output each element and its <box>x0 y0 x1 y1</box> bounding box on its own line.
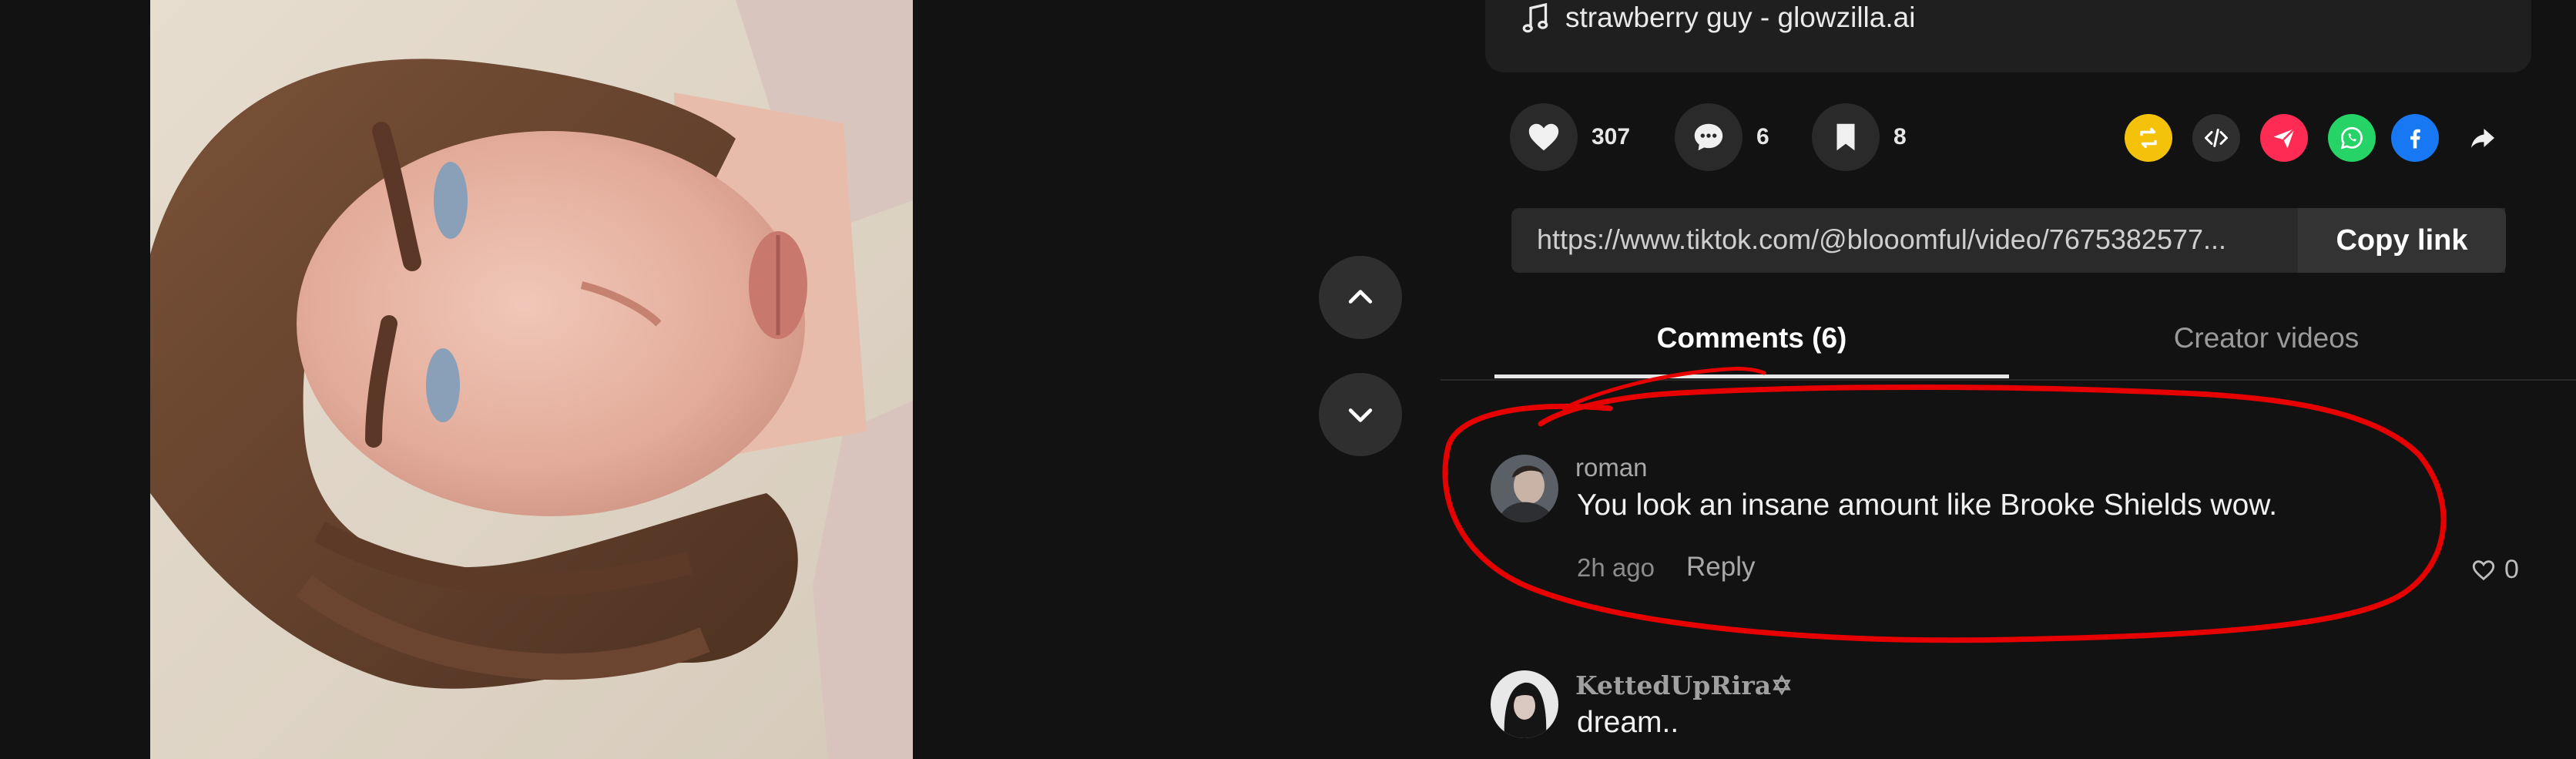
video-frame-image <box>150 0 913 759</box>
like-action[interactable]: 307 <box>1510 103 1630 171</box>
whatsapp-button[interactable] <box>2328 114 2376 162</box>
embed-code-icon <box>2205 129 2228 147</box>
send-icon <box>2273 128 2296 149</box>
avatar-image <box>1491 455 1558 522</box>
repost-icon <box>2140 128 2157 148</box>
video-link-url[interactable]: https://www.tiktok.com/@blooomful/video/… <box>1537 220 2226 259</box>
embed-button[interactable] <box>2192 114 2240 162</box>
save-action[interactable]: 8 <box>1812 103 1907 171</box>
comment-bubble-icon <box>1694 123 1723 151</box>
save-button[interactable] <box>1812 103 1880 171</box>
chevron-up-icon <box>1348 290 1373 304</box>
comment-item: KettedUpRira✡ dream.. <box>1491 670 2515 759</box>
reply-button[interactable]: Reply <box>1686 552 1755 583</box>
share-arrow-icon <box>2471 129 2494 148</box>
save-count: 8 <box>1893 124 1907 149</box>
active-tab-indicator <box>1494 374 2009 378</box>
like-button[interactable] <box>1510 103 1578 171</box>
whatsapp-icon <box>2340 126 2363 149</box>
music-title[interactable]: strawberry guy - glowzilla.ai <box>1565 0 1915 35</box>
comment-like-count: 0 <box>2504 555 2519 584</box>
video-area <box>0 0 1441 759</box>
tab-comments[interactable]: Comments (6) <box>1494 317 2009 371</box>
share-button[interactable] <box>2459 114 2507 162</box>
like-count: 307 <box>1592 124 1631 149</box>
comment-item: roman You look an insane amount like Bro… <box>1491 453 2519 609</box>
tabs-divider <box>1441 379 2576 381</box>
bookmark-icon <box>1836 123 1855 151</box>
repost-button[interactable] <box>2125 114 2172 162</box>
avatar-image <box>1491 670 1558 738</box>
heart-outline-icon[interactable] <box>2470 557 2497 583</box>
previous-video-button[interactable] <box>1319 256 1402 339</box>
facebook-icon <box>2410 129 2420 149</box>
tab-creator-videos[interactable]: Creator videos <box>2009 317 2524 371</box>
comment-text: You look an insane amount like Brooke Sh… <box>1577 489 2278 522</box>
comment-username[interactable]: KettedUpRira✡ <box>1575 670 1793 700</box>
comment-action[interactable]: 6 <box>1675 103 1769 171</box>
comment-button[interactable] <box>1675 103 1742 171</box>
avatar[interactable] <box>1491 455 1558 522</box>
music-note-icon <box>1522 2 1548 33</box>
comment-text: dream.. <box>1577 706 1679 739</box>
heart-icon <box>1528 123 1559 151</box>
video-player[interactable] <box>150 0 913 759</box>
comment-like[interactable]: 0 <box>2470 555 2519 585</box>
copy-link-button[interactable]: Copy link <box>2298 208 2506 273</box>
avatar[interactable] <box>1491 670 1558 738</box>
comment-username[interactable]: roman <box>1575 453 1648 482</box>
comment-count: 6 <box>1756 124 1769 149</box>
comment-timestamp: 2h ago <box>1577 553 1655 582</box>
facebook-button[interactable] <box>2391 114 2439 162</box>
chevron-down-icon <box>1348 408 1373 422</box>
send-button[interactable] <box>2260 114 2308 162</box>
next-video-button[interactable] <box>1319 373 1402 456</box>
